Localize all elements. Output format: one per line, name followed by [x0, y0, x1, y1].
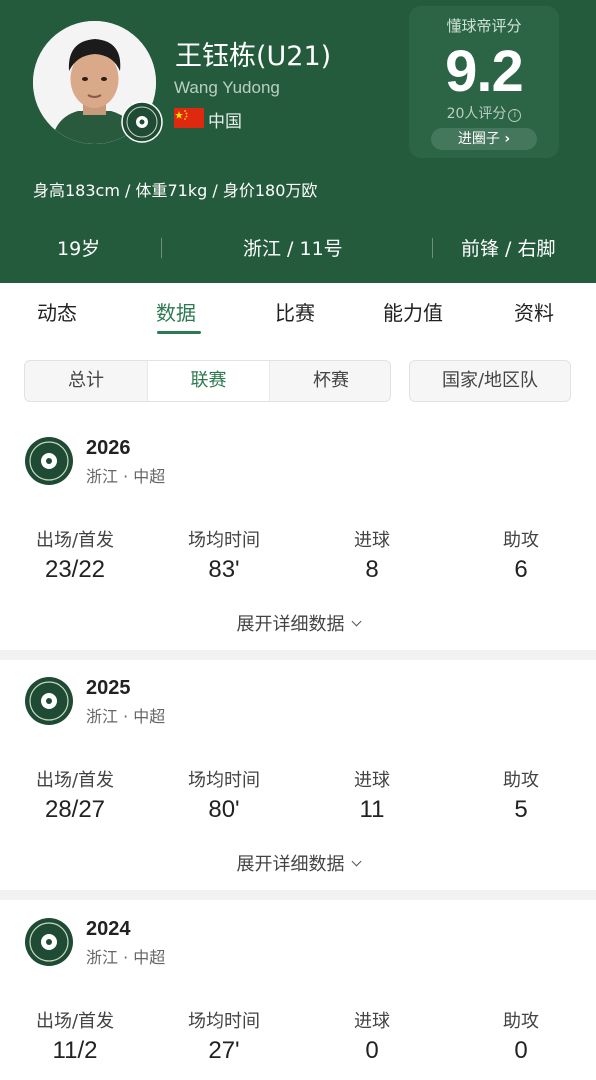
- stat-appearances: 23/22: [44, 556, 106, 583]
- filter-total[interactable]: 总计: [25, 361, 147, 401]
- profile-tabs: 动态 数据 比赛 能力值 资料: [0, 283, 596, 345]
- chevron-right-icon: ›: [504, 131, 511, 147]
- rating-count-text: 20人评分: [446, 106, 507, 122]
- season-card: 2024 浙江 · 中超 出场/首发 场均时间 进球 助攻 11/2 27' 0…: [0, 900, 596, 1080]
- stat-label-appearances: 出场/首发: [35, 770, 115, 791]
- stat-label-assists: 助攻: [503, 770, 539, 791]
- player-body-info: 身高183cm / 体重71kg / 身价180万欧: [33, 181, 318, 200]
- tab-matches[interactable]: 比赛: [275, 297, 315, 326]
- player-position-foot: 前锋 / 右脚: [461, 238, 556, 260]
- stat-label-appearances: 出场/首发: [35, 530, 115, 551]
- chevron-down-icon: [351, 856, 361, 867]
- stat-appearances: 28/27: [44, 796, 106, 823]
- tab-data[interactable]: 数据: [156, 297, 196, 326]
- china-flag-icon: [174, 108, 204, 128]
- stat-avg-time: 27': [208, 1037, 240, 1064]
- season-year: 2025: [86, 677, 131, 699]
- stat-goals: 11: [359, 796, 385, 823]
- expand-details-button[interactable]: 展开详细数据: [0, 610, 596, 636]
- stat-assists: 5: [514, 796, 528, 823]
- season-league: 浙江 · 中超: [86, 707, 166, 726]
- stat-label-goals: 进球: [354, 530, 390, 551]
- player-age: 19岁: [57, 238, 101, 260]
- player-meta-row: 19岁 浙江 / 11号 前锋 / 右脚: [0, 228, 596, 268]
- season-league: 浙江 · 中超: [86, 948, 166, 967]
- rating-card: 懂球帝评分 9.2 20人评分 i 进圈子 ›: [409, 6, 559, 158]
- stat-label-goals: 进球: [354, 770, 390, 791]
- season-league: 浙江 · 中超: [86, 467, 166, 486]
- stat-label-goals: 进球: [354, 1011, 390, 1032]
- rating-value: 9.2: [445, 39, 524, 104]
- divider: [0, 650, 596, 660]
- club-logo-icon: [25, 918, 73, 966]
- player-country: 中国: [208, 112, 242, 132]
- divider: [0, 890, 596, 900]
- expand-details-label: 展开详细数据: [236, 854, 345, 875]
- stat-label-assists: 助攻: [503, 1011, 539, 1032]
- rating-title: 懂球帝评分: [446, 17, 522, 35]
- filter-league[interactable]: 联赛: [147, 361, 270, 401]
- stat-label-avg-time: 场均时间: [188, 770, 260, 791]
- club-logo-badge-icon: [121, 101, 163, 143]
- filter-cup[interactable]: 杯赛: [270, 361, 390, 401]
- player-name-english: Wang Yudong: [174, 78, 280, 97]
- club-logo-icon: [25, 437, 73, 485]
- stat-assists: 0: [514, 1037, 528, 1064]
- expand-details-label: 展开详细数据: [236, 614, 345, 635]
- active-tab-indicator: [157, 331, 201, 334]
- info-icon[interactable]: i: [508, 109, 522, 122]
- stat-assists: 6: [514, 556, 528, 583]
- season-card: 2025 浙江 · 中超 出场/首发 场均时间 进球 助攻 28/27 80' …: [0, 660, 596, 890]
- divider: [161, 238, 162, 258]
- stat-appearances: 11/2: [52, 1037, 98, 1064]
- player-header: 王钰栋(U21) Wang Yudong 中国 身高183cm / 体重71kg…: [0, 0, 596, 283]
- season-year: 2024: [86, 918, 131, 940]
- rating-count: 20人评分 i: [409, 103, 559, 123]
- player-team-number: 浙江 / 11号: [243, 238, 343, 260]
- join-circle-label: 进圈子: [457, 131, 500, 147]
- season-card: 2026 浙江 · 中超 出场/首发 场均时间 进球 助攻 23/22 83' …: [0, 420, 596, 650]
- stat-label-avg-time: 场均时间: [188, 1011, 260, 1032]
- competition-filter: 总计 联赛 杯赛: [24, 360, 391, 402]
- player-name: 王钰栋(U21): [175, 41, 332, 72]
- stat-label-avg-time: 场均时间: [188, 530, 260, 551]
- tab-ability[interactable]: 能力值: [383, 297, 443, 326]
- divider: [432, 238, 433, 258]
- expand-details-button[interactable]: 展开详细数据: [0, 850, 596, 876]
- stat-avg-time: 80': [208, 796, 240, 823]
- filter-national-team[interactable]: 国家/地区队: [409, 360, 571, 402]
- chevron-down-icon: [351, 616, 361, 627]
- club-logo-icon: [25, 677, 73, 725]
- tab-news[interactable]: 动态: [37, 297, 77, 326]
- stat-goals: 0: [365, 1037, 379, 1064]
- season-year: 2026: [86, 437, 131, 459]
- stat-avg-time: 83': [208, 556, 240, 583]
- join-circle-button[interactable]: 进圈子 ›: [431, 128, 537, 150]
- stat-goals: 8: [365, 556, 379, 583]
- stat-label-assists: 助攻: [503, 530, 539, 551]
- stat-label-appearances: 出场/首发: [35, 1011, 115, 1032]
- tab-profile[interactable]: 资料: [514, 297, 554, 326]
